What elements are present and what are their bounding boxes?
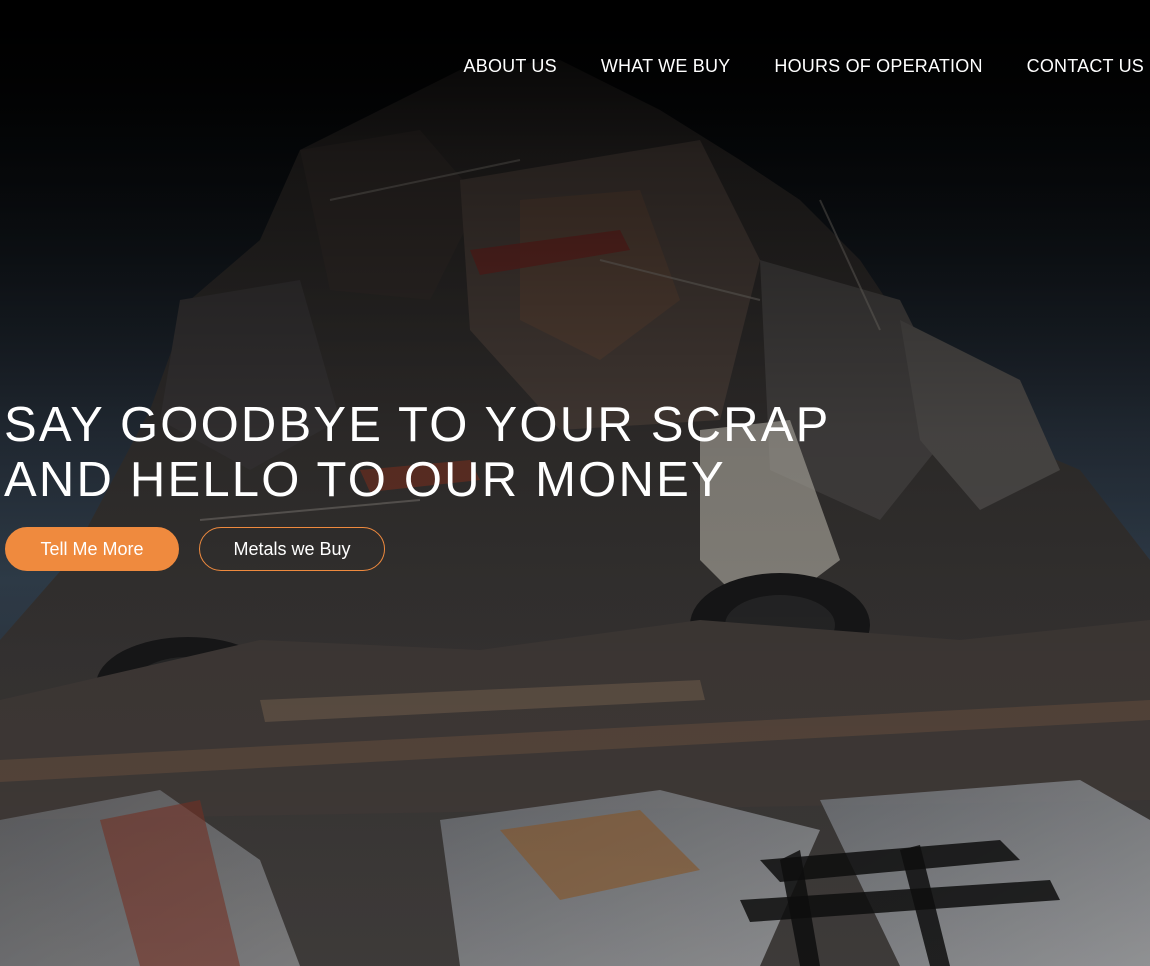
hero-headline: SAY GOODBYE TO YOUR SCRAP AND HELLO TO O… [4,398,831,508]
nav-about-us[interactable]: ABOUT US [464,54,557,78]
nav-what-we-buy[interactable]: WHAT WE BUY [601,54,731,78]
tell-me-more-button[interactable]: Tell Me More [5,527,179,571]
nav-hours-of-operation[interactable]: HOURS OF OPERATION [774,54,982,78]
hero-headline-line2: AND HELLO TO OUR MONEY [4,453,726,507]
hero-headline-line1: SAY GOODBYE TO YOUR SCRAP [4,398,831,452]
hero-cta-group: Tell Me More Metals we Buy [5,527,385,571]
hero-section: ABOUT US WHAT WE BUY HOURS OF OPERATION … [0,0,1150,966]
metals-we-buy-button[interactable]: Metals we Buy [199,527,385,571]
nav-contact-us[interactable]: CONTACT US [1027,54,1144,78]
main-navigation: ABOUT US WHAT WE BUY HOURS OF OPERATION … [464,54,1144,78]
